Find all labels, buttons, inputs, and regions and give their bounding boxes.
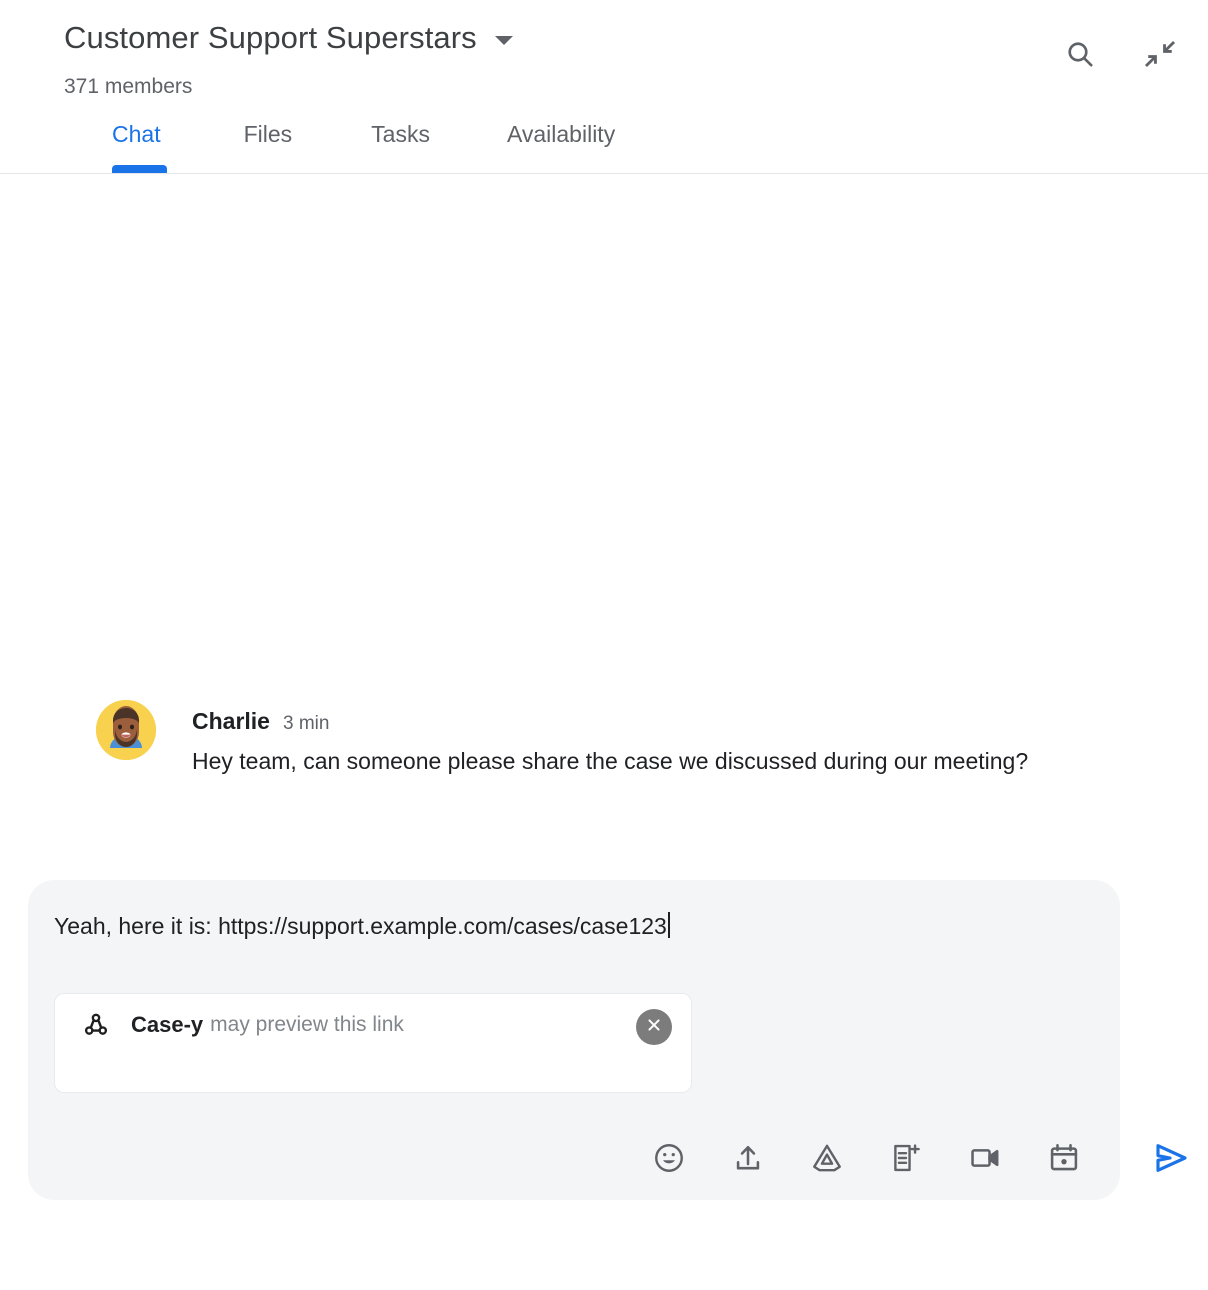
space-header: Customer Support Superstars 371 members: [0, 0, 1208, 174]
close-preview-button[interactable]: [636, 1009, 672, 1045]
tab-availability[interactable]: Availability: [507, 118, 615, 150]
header-actions: [1054, 28, 1186, 80]
message-text: Hey team, can someone please share the c…: [192, 748, 1029, 774]
collapse-icon: [1143, 37, 1177, 71]
composer-toolbar: [640, 1130, 1200, 1190]
webhook-icon: [79, 1008, 113, 1042]
link-preview-card: Case-y may preview this link: [54, 993, 692, 1093]
link-preview-app-name: Case-y: [131, 1012, 204, 1037]
message-body: Charlie 3 min Hey team, can someone plea…: [192, 706, 1082, 781]
tab-tasks[interactable]: Tasks: [371, 118, 430, 150]
new-doc-button[interactable]: [877, 1130, 936, 1190]
avatar[interactable]: [96, 700, 156, 760]
emoji-button[interactable]: [640, 1130, 699, 1190]
space-title-row[interactable]: Customer Support Superstars: [64, 16, 513, 60]
message-timestamp: 3 min: [282, 713, 330, 734]
space-tabs: Chat Files Tasks Availability: [0, 118, 1208, 174]
message-header: Charlie 3 min: [192, 706, 1082, 737]
chat-space-panel: Customer Support Superstars 371 members: [0, 0, 1208, 1290]
search-button[interactable]: [1054, 28, 1106, 80]
tab-files[interactable]: Files: [244, 118, 293, 150]
drive-button[interactable]: [798, 1130, 857, 1190]
new-doc-icon: [889, 1141, 923, 1180]
upload-button[interactable]: [719, 1130, 778, 1190]
video-button[interactable]: [955, 1130, 1014, 1190]
send-icon: [1151, 1138, 1191, 1183]
composer-input[interactable]: Yeah, here it is: https://support.exampl…: [54, 910, 670, 942]
send-button[interactable]: [1141, 1130, 1200, 1190]
active-tab-indicator: [112, 165, 167, 173]
upload-icon: [731, 1141, 765, 1180]
text-caret: [667, 912, 670, 938]
link-preview-content: Case-y may preview this link: [55, 994, 693, 1056]
composer-draft-text: Yeah, here it is: https://support.exampl…: [54, 913, 667, 939]
calendar-button[interactable]: [1034, 1130, 1093, 1190]
tab-chat[interactable]: Chat: [112, 118, 161, 150]
chevron-down-icon[interactable]: [494, 35, 513, 45]
page-title: Customer Support Superstars: [64, 20, 477, 55]
members-count: 371 members: [64, 75, 193, 98]
close-icon: [644, 1015, 664, 1040]
tabs-divider: [0, 173, 1208, 174]
drive-icon: [810, 1141, 844, 1180]
link-preview-note: may preview this link: [210, 1013, 404, 1036]
collapse-button[interactable]: [1134, 28, 1186, 80]
emoji-icon: [652, 1141, 686, 1180]
calendar-icon: [1047, 1141, 1081, 1180]
video-icon: [968, 1141, 1002, 1180]
search-icon: [1064, 38, 1096, 70]
message-author: Charlie: [192, 708, 270, 734]
